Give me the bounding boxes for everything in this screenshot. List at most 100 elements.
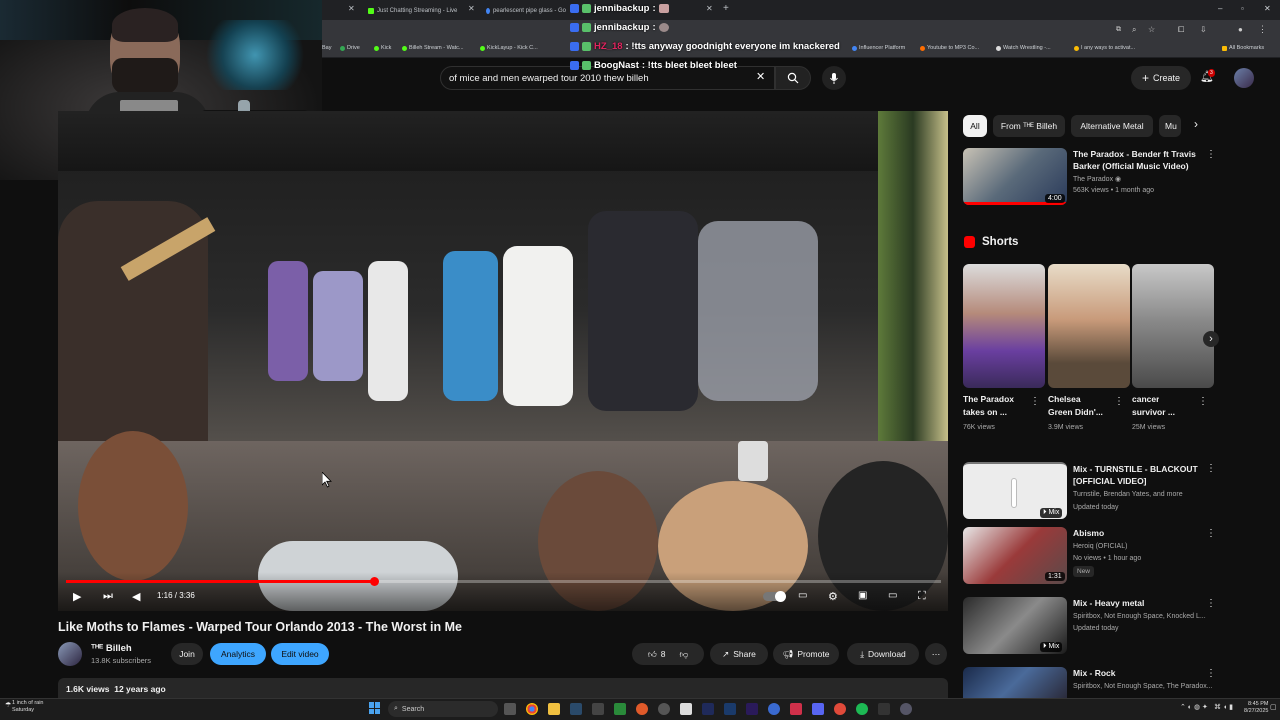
bookmark-item[interactable]: Bay <box>322 45 331 51</box>
file-explorer-icon[interactable] <box>548 703 560 715</box>
app-taskbar-icon[interactable] <box>768 703 780 715</box>
bookmark-item[interactable]: Drive <box>340 45 360 51</box>
maximize-icon[interactable]: ▫ <box>1241 4 1244 13</box>
spotify-icon[interactable] <box>856 703 868 715</box>
close-tab-icon[interactable]: ✕ <box>348 4 355 13</box>
short-title[interactable]: cancer <box>1132 393 1159 405</box>
rec-title-line2[interactable]: Barker (Official Music Video) <box>1073 160 1203 172</box>
rec-title[interactable]: Mix - TURNSTILE - BLACKOUT <box>1073 463 1203 475</box>
video-player[interactable] <box>58 111 948 611</box>
bookmark-item[interactable]: Youtube to MP3 Co... <box>920 45 979 51</box>
close-tab-icon[interactable]: ✕ <box>706 4 713 13</box>
after-effects-icon[interactable] <box>702 703 714 715</box>
short-thumbnail[interactable] <box>1132 264 1214 388</box>
voice-search-button[interactable] <box>822 66 846 90</box>
app-taskbar-icon[interactable] <box>592 703 604 715</box>
shorts-next-arrow-icon[interactable]: › <box>1203 331 1219 347</box>
weather-widget[interactable]: 1 inch of rain Saturday <box>12 700 44 714</box>
window-close-icon[interactable]: ✕ <box>1264 4 1271 13</box>
clear-search-icon[interactable]: ✕ <box>756 70 765 83</box>
settings-gear-icon[interactable]: ⚙︎ <box>828 590 838 603</box>
network-volume-icons[interactable]: ⌘ ◖ ▮ <box>1214 703 1233 711</box>
download-button[interactable]: ⤓ Download <box>847 643 919 665</box>
app-taskbar-icon[interactable] <box>636 703 648 715</box>
extension-icon[interactable]: ⧉ <box>1116 26 1121 34</box>
short-thumbnail[interactable] <box>1048 264 1130 388</box>
rec-title-line2[interactable]: [OFFICIAL VIDEO] <box>1073 475 1203 487</box>
system-clock[interactable]: 8:45 PM 8/27/2025 <box>1244 701 1268 715</box>
autoplay-toggle[interactable] <box>763 591 786 602</box>
new-tab-icon[interactable]: + <box>723 3 729 14</box>
app-taskbar-icon[interactable] <box>790 703 802 715</box>
app-taskbar-icon[interactable] <box>900 703 912 715</box>
dislike-icon[interactable]: 👎︎ <box>679 649 688 660</box>
join-button[interactable]: Join <box>171 643 203 665</box>
promote-button[interactable]: 📢︎ Promote <box>773 643 839 665</box>
more-vertical-icon[interactable]: ⋮ <box>1114 396 1124 407</box>
like-icon[interactable]: 👍︎ <box>648 649 657 660</box>
more-vertical-icon[interactable]: ⋮ <box>1206 668 1216 679</box>
extensions-puzzle-icon[interactable]: ⧠ <box>1178 25 1184 35</box>
tab-pipe-glass[interactable]: pearlescent pipe glass - Go <box>486 3 566 19</box>
short-title-line2[interactable]: Green Didn'... <box>1048 406 1103 418</box>
task-view-icon[interactable] <box>504 703 516 715</box>
bookmark-item[interactable]: Kick <box>374 45 391 51</box>
tab-just-chatting[interactable]: Just Chatting Streaming - Live <box>368 3 468 19</box>
account-avatar[interactable] <box>1234 68 1254 88</box>
bookmark-item[interactable]: Influencer Platform <box>852 45 905 51</box>
rec-thumbnail[interactable] <box>963 667 1067 698</box>
app-taskbar-icon[interactable] <box>834 703 846 715</box>
steam-icon[interactable] <box>570 703 582 715</box>
windows-start-icon[interactable] <box>369 702 381 714</box>
bookmark-item[interactable]: Watch Wrestling -... <box>996 45 1051 51</box>
chip-from-channel[interactable]: From ᵀᴴᴱ Billeh <box>993 115 1065 137</box>
more-vertical-icon[interactable]: ⋮ <box>1206 463 1216 474</box>
rec-title[interactable]: Mix - Heavy metal <box>1073 597 1203 609</box>
play-icon[interactable]: ▶ <box>73 590 81 603</box>
zoom-icon[interactable]: ⌕ <box>1132 25 1136 35</box>
short-title[interactable]: Chelsea <box>1048 393 1081 405</box>
short-title-line2[interactable]: takes on ... <box>963 406 1007 418</box>
app-taskbar-icon[interactable] <box>658 703 670 715</box>
more-vertical-icon[interactable]: ⋮ <box>1206 149 1216 160</box>
premiere-icon[interactable] <box>746 703 758 715</box>
miniplayer-icon[interactable]: ▣ <box>858 590 867 601</box>
channel-avatar[interactable] <box>58 642 82 666</box>
bookmark-star-icon[interactable]: ☆ <box>1148 25 1155 34</box>
short-title[interactable]: The Paradox <box>963 393 1014 405</box>
analytics-button[interactable]: Analytics <box>210 643 266 665</box>
rec-title[interactable]: The Paradox - Bender ft Travis <box>1073 148 1203 160</box>
volume-icon[interactable]: ◀︎ <box>132 590 140 603</box>
download-icon[interactable]: ⇩ <box>1200 25 1207 34</box>
more-vertical-icon[interactable]: ⋮ <box>1198 396 1208 407</box>
more-vertical-icon[interactable]: ⋮ <box>1030 396 1040 407</box>
address-bar[interactable]: ⧉ ⌕ ☆ ⧠ ⇩ ● ⋮ <box>322 20 1280 42</box>
app-taskbar-icon[interactable] <box>878 703 890 715</box>
close-tab-icon[interactable]: ✕ <box>468 4 475 13</box>
minimize-icon[interactable]: – <box>1218 4 1222 13</box>
fullscreen-icon[interactable]: ⛶ <box>918 590 926 603</box>
share-button[interactable]: ↗ Share <box>710 643 768 665</box>
rec-title[interactable]: Abismo <box>1073 527 1203 539</box>
chrome-taskbar-icon[interactable] <box>526 703 538 715</box>
rec-title[interactable]: Mix - Rock <box>1073 667 1203 679</box>
short-thumbnail[interactable] <box>963 264 1045 388</box>
discord-icon[interactable] <box>812 703 824 715</box>
app-taskbar-icon[interactable] <box>680 703 692 715</box>
app-taskbar-icon[interactable] <box>614 703 626 715</box>
edit-video-button[interactable]: Edit video <box>271 643 329 665</box>
more-actions-button[interactable]: ⋯ <box>925 643 947 665</box>
bookmark-item[interactable]: I any ways to activat... <box>1074 45 1135 51</box>
chevron-right-icon[interactable]: › <box>1194 117 1198 131</box>
next-icon[interactable]: ⏭︎ <box>103 590 113 603</box>
progress-scrubber[interactable] <box>370 577 379 586</box>
captions-icon[interactable]: ▭ <box>798 590 807 601</box>
all-bookmarks[interactable]: All Bookmarks <box>1222 45 1264 51</box>
search-button[interactable] <box>775 66 811 90</box>
more-vertical-icon[interactable]: ⋮ <box>1206 598 1216 609</box>
profile-icon[interactable]: ● <box>1238 25 1243 34</box>
chip-all[interactable]: All <box>963 115 987 137</box>
channel-name[interactable]: ᵀᴴᴱ Billeh <box>91 643 132 654</box>
notifications-icon[interactable]: ▢ <box>1270 703 1277 711</box>
more-vertical-icon[interactable]: ⋮ <box>1206 528 1216 539</box>
